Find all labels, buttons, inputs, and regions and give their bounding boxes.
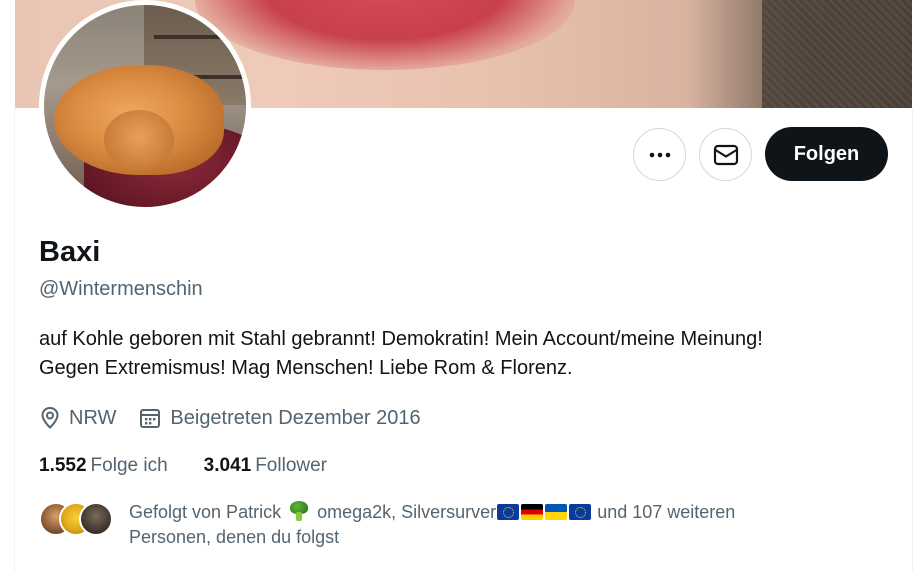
location-pin-icon: [41, 406, 59, 429]
profile-page: Folgen Baxi @Wintermenschin auf Kohle ge…: [0, 0, 920, 571]
broccoli-emoji-icon: [288, 501, 310, 521]
location-text: NRW: [69, 406, 117, 429]
column-border-left: [14, 108, 15, 571]
more-horizontal-icon: [649, 152, 670, 157]
profile-stats: 1.552 Folge ich 3.041 Follower: [39, 455, 363, 477]
followed-by-suffix: und 107 weiteren: [597, 502, 736, 522]
calendar-icon: [140, 409, 161, 428]
followed-by-prefix: Gefolgt von Patrick: [129, 502, 282, 522]
bio-line: Gegen Extremismus! Mag Menschen! Liebe R…: [39, 357, 573, 379]
following-label: Folge ich: [90, 455, 168, 476]
more-button[interactable]: [633, 128, 686, 181]
followed-by-mid: omega2k, Silversurver: [317, 502, 497, 522]
profile-meta: NRW Beigetreten Dezember 2016: [39, 404, 443, 432]
follow-button[interactable]: Folgen: [765, 127, 888, 181]
avatar-photo-cat: [44, 5, 246, 207]
profile-bio: auf Kohle geboren mit Stahl gebrannt! De…: [39, 325, 899, 383]
followers-count: 3.041: [203, 455, 252, 476]
photo-cat-head: [104, 110, 174, 170]
following-count: 1.552: [39, 455, 87, 476]
followers-label: Follower: [255, 455, 328, 476]
column-border-right: [912, 108, 913, 571]
bio-line: auf Kohle geboren mit Stahl gebrannt! De…: [39, 328, 763, 350]
message-button[interactable]: [699, 128, 752, 181]
follower-avatar: [79, 502, 113, 536]
mail-icon: [713, 144, 738, 165]
location-item: NRW: [39, 406, 116, 430]
profile-avatar[interactable]: [39, 0, 251, 212]
followers-link[interactable]: 3.041 Follower: [204, 455, 327, 477]
following-link[interactable]: 1.552 Folge ich: [39, 455, 168, 477]
banner-photo-background: [762, 0, 912, 108]
profile-handle: @Wintermenschin: [39, 278, 203, 300]
joined-item: Beigetreten Dezember 2016: [138, 406, 421, 430]
joined-text: Beigetreten Dezember 2016: [170, 406, 421, 429]
photo-shelf-board: [154, 35, 246, 39]
banner-photo-detail: [195, 0, 575, 70]
profile-name: Baxi: [39, 236, 101, 268]
followed-by-avatars: [39, 502, 115, 536]
followed-by-line2: Personen, denen du folgst: [129, 527, 340, 547]
germany-flag-icon: [521, 504, 544, 520]
followed-by-text: Gefolgt von Patrick omega2k, Silversurve…: [129, 500, 829, 550]
ukraine-flag-icon: [545, 504, 568, 520]
eu-flag-icon: [569, 504, 592, 520]
eu-flag-icon: [497, 504, 520, 520]
